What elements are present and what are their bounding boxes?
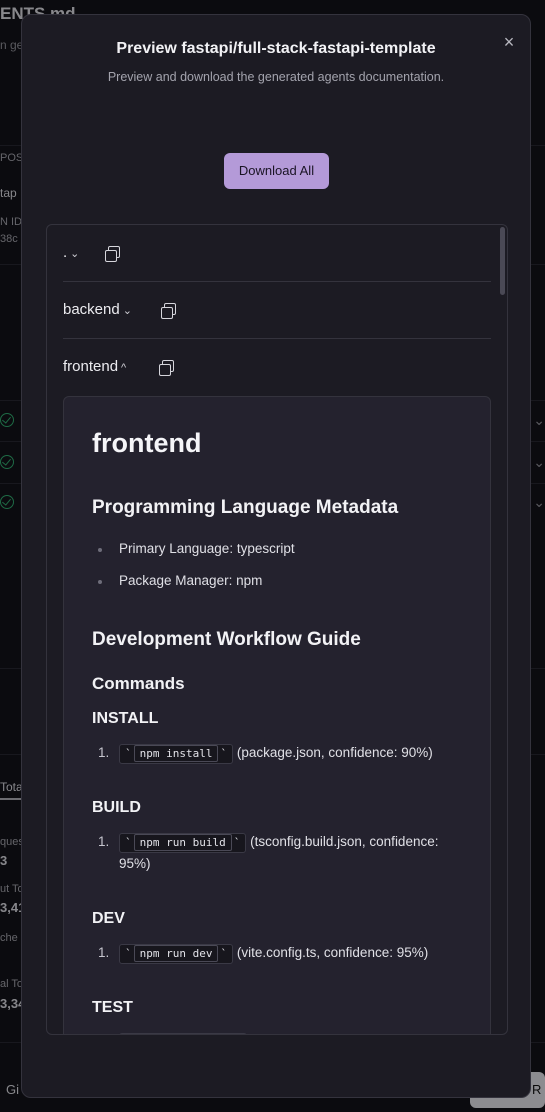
dialog-description: Preview and download the generated agent… <box>107 70 445 84</box>
section-toggle[interactable]: backend ⌄ <box>63 301 132 318</box>
chevron-down-icon: ⌄ <box>70 248 80 260</box>
command-text: npm install <box>133 745 219 762</box>
command-item: ` npm run build ` (tsconfig.build.json, co… <box>119 831 459 875</box>
command-detail: (vite.config.ts, confidence: 95%) <box>236 945 429 960</box>
section-row-frontend[interactable]: frontend ^ <box>63 339 491 395</box>
section-name: . <box>63 244 68 261</box>
metadata-heading: Programming Language Metadata <box>92 497 399 518</box>
inline-code: ` npm run build ` <box>119 833 247 853</box>
markdown-preview: frontend Programming Language Metadata P… <box>63 396 491 1034</box>
section-name: backend <box>63 301 120 318</box>
preview-dialog: Preview fastapi/full-stack-fastapi-templ… <box>21 14 531 1098</box>
copy-icon[interactable] <box>159 360 174 376</box>
preview-panel[interactable]: . ⌄ backend ⌄ frontend ^ frontend Programmi… <box>46 224 508 1035</box>
chevron-down-icon: ⌄ <box>122 305 132 317</box>
document-title: frontend <box>92 428 202 458</box>
chevron-up-icon: ^ <box>121 362 127 374</box>
list-number: 1. <box>98 745 110 760</box>
dialog-title: Preview fastapi/full-stack-fastapi-templ… <box>116 40 436 57</box>
section-row-backend[interactable]: backend ⌄ <box>63 282 491 338</box>
group-heading: BUILD <box>92 799 141 816</box>
close-icon[interactable]: × <box>500 33 518 51</box>
inline-code: ` npm run dev ` <box>119 944 234 964</box>
bullet <box>98 548 102 552</box>
command-text: npm run build <box>133 834 232 851</box>
inline-code: ` npm install ` <box>119 744 234 764</box>
list-number: 1. <box>98 945 110 960</box>
commands-heading: Commands <box>92 674 185 693</box>
section-name: frontend <box>63 358 119 375</box>
copy-icon[interactable] <box>161 303 176 319</box>
command-item: ` npm run dev ` (vite.config.ts, confidenc… <box>119 942 459 964</box>
list-number: 1. <box>98 834 110 849</box>
group-heading: DEV <box>92 910 125 927</box>
scrollbar[interactable] <box>500 227 505 295</box>
group-heading: INSTALL <box>92 710 159 727</box>
list-item: Package Manager: npm <box>119 573 263 588</box>
command-item: ` npm install ` (package.json, confidence:… <box>119 742 459 764</box>
list-item: Primary Language: typescript <box>119 541 295 556</box>
section-toggle[interactable]: . ⌄ <box>63 244 79 261</box>
bullet <box>98 580 102 584</box>
group-heading: TEST <box>92 999 133 1016</box>
inline-code <box>119 1033 247 1034</box>
section-row-root[interactable]: . ⌄ <box>63 225 491 281</box>
command-text: npm run dev <box>133 945 219 962</box>
command-detail: (package.json, confidence: 90%) <box>236 745 433 760</box>
copy-icon[interactable] <box>105 246 120 262</box>
workflow-heading: Development Workflow Guide <box>92 629 361 650</box>
section-toggle[interactable]: frontend ^ <box>63 358 126 375</box>
download-all-button[interactable]: Download All <box>224 153 329 189</box>
